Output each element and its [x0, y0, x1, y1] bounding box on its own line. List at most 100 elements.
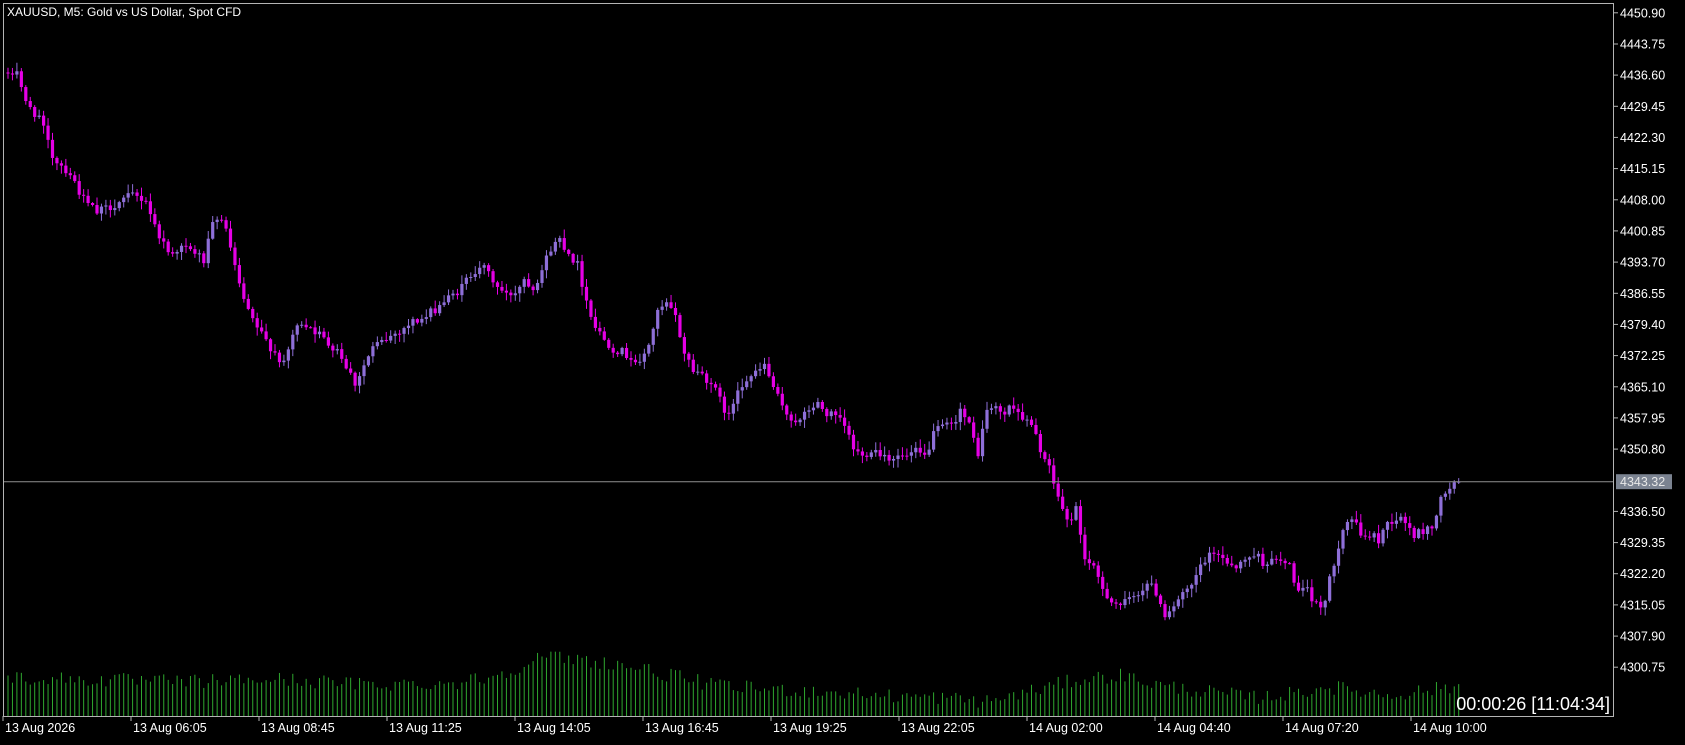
candle-body: [433, 308, 437, 314]
candle-body: [1078, 506, 1083, 535]
candle-body: [1167, 611, 1172, 618]
candle-body: [24, 87, 28, 102]
candle-body: [15, 71, 19, 75]
candle-body: [335, 349, 339, 351]
candle-body: [798, 419, 802, 423]
candle-body: [767, 363, 771, 377]
candle-body: [905, 455, 909, 457]
candle-body: [593, 316, 597, 328]
candle-body: [958, 408, 962, 423]
candle-body: [1381, 529, 1385, 544]
candle-body: [108, 205, 112, 211]
candle-body: [900, 455, 905, 457]
candle-body: [682, 337, 686, 354]
candle-body: [295, 325, 299, 335]
candle-body: [1394, 520, 1398, 524]
candle-body: [1274, 558, 1278, 560]
candle-body: [616, 352, 620, 355]
y-tick-label: 4450.90: [1620, 6, 1665, 20]
candle-body: [811, 407, 816, 411]
y-tick-label: 4400.85: [1620, 224, 1665, 238]
candle-body: [402, 328, 406, 334]
candle-body: [891, 458, 896, 461]
candle-body: [1012, 405, 1016, 409]
candle-body: [1158, 595, 1163, 605]
candle-body: [865, 455, 869, 457]
candle-body: [126, 193, 130, 198]
candle-body: [1118, 603, 1123, 606]
x-tick-label: 13 Aug 06:05: [133, 721, 207, 735]
candle-body: [642, 353, 646, 362]
candle-body: [1425, 526, 1430, 535]
price-chart[interactable]: 4450.90 4443.75 4436.60 4429.45 4422.30 4415.…: [0, 0, 1685, 740]
candle-body: [1443, 493, 1447, 497]
candle-body: [188, 246, 193, 250]
candle-body: [665, 302, 669, 307]
candle-body: [998, 406, 1002, 412]
candle-body: [794, 420, 798, 423]
x-tick-label: 13 Aug 08:45: [261, 721, 335, 735]
chart-background: [0, 0, 1685, 740]
y-tick-label: 4336.50: [1620, 505, 1665, 519]
chart-title: XAUUSD, M5: Gold vs US Dollar, Spot CFD: [7, 5, 241, 19]
candle-body: [460, 283, 464, 296]
candle-body: [1363, 535, 1367, 537]
candle-body: [326, 337, 330, 346]
candle-body: [700, 371, 704, 374]
candle-body: [1345, 521, 1350, 531]
candle-body: [758, 369, 762, 371]
candle-body: [1377, 533, 1381, 544]
candle-body: [513, 293, 517, 296]
candle-body: [246, 298, 250, 309]
candle-body: [331, 345, 335, 351]
candle-body: [940, 424, 945, 427]
candle-body: [1141, 590, 1145, 596]
candle-body: [175, 251, 179, 254]
current-price-label: 4343.32: [1620, 475, 1665, 489]
candle-body: [1212, 552, 1216, 554]
candle-body: [264, 331, 268, 340]
y-tick-label: 4300.75: [1620, 661, 1665, 675]
candle-body: [638, 361, 642, 363]
candle-body: [375, 342, 379, 347]
candle-body: [1430, 526, 1434, 529]
candle-body: [304, 324, 308, 328]
y-tick-label: 4415.15: [1620, 162, 1665, 176]
candle-body: [718, 387, 722, 397]
candle-body: [344, 358, 348, 369]
candle-body: [353, 372, 357, 386]
candle-body: [233, 247, 237, 266]
candle-body: [224, 220, 228, 229]
candle-body: [95, 205, 99, 214]
candle-body: [789, 414, 793, 421]
candle-body: [464, 277, 468, 284]
candle-body: [829, 411, 833, 417]
candle-body: [237, 265, 241, 284]
candle-body: [184, 245, 188, 247]
candle-body: [834, 411, 838, 416]
candle-body: [420, 318, 424, 323]
candle-body: [749, 376, 753, 382]
candle-body: [856, 449, 860, 452]
candle-body: [144, 200, 148, 202]
candle-body: [1038, 433, 1042, 453]
candle-body: [1310, 587, 1314, 602]
y-tick-label: 4315.05: [1620, 598, 1665, 612]
candle-body: [59, 163, 63, 166]
candle: [678, 312, 682, 338]
candle-body: [544, 255, 549, 271]
candle-body: [883, 454, 887, 457]
candle-body: [1132, 596, 1136, 598]
candle-body: [162, 238, 166, 242]
candle-body: [660, 306, 664, 310]
chart-window[interactable]: 4450.90 4443.75 4436.60 4429.45 4422.30 4415.…: [0, 0, 1685, 740]
candle-body: [1279, 559, 1283, 561]
y-tick-label: 4365.10: [1620, 380, 1665, 394]
candle-body: [527, 279, 531, 287]
candle-body: [1047, 459, 1051, 466]
x-tick-label: 14 Aug 10:00: [1413, 721, 1487, 735]
candle-body: [1301, 587, 1305, 591]
candle-body: [1092, 563, 1096, 566]
candle-body: [847, 425, 851, 435]
candle-body: [923, 452, 927, 455]
